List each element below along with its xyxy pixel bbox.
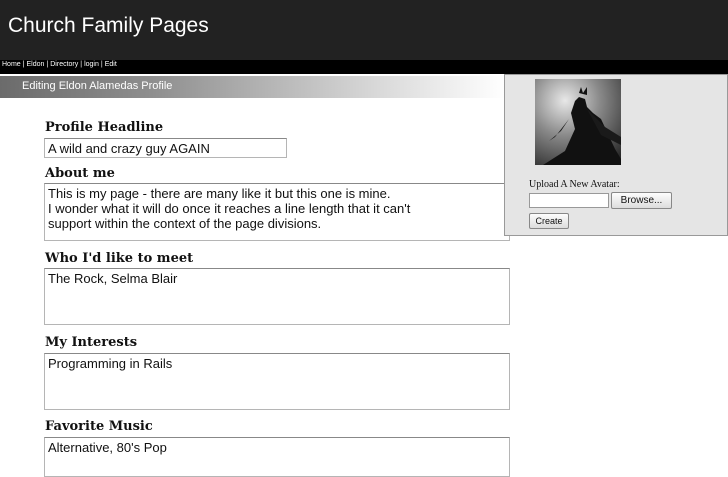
create-button[interactable]: Create <box>529 213 569 229</box>
interests-label: My Interests <box>45 335 138 350</box>
banner-title: Editing Eldon Alamedas Profile <box>22 80 173 92</box>
interests-textarea[interactable]: Programming in Rails <box>44 353 510 410</box>
nav-directory-link[interactable]: Directory <box>50 61 78 68</box>
edit-profile-banner: Editing Eldon Alamedas Profile <box>0 76 505 98</box>
music-value: Alternative, 80's Pop <box>48 440 167 455</box>
avatar-panel: Upload A New Avatar: Browse... Create <box>504 74 728 236</box>
headline-input[interactable]: A wild and crazy guy AGAIN <box>44 138 287 158</box>
nav-login-link[interactable]: login <box>84 61 99 68</box>
nav-eldon-link[interactable]: Eldon <box>27 61 45 68</box>
about-line: support within the context of the page d… <box>48 216 322 231</box>
nav-home-link[interactable]: Home <box>2 61 21 68</box>
avatar-image <box>535 79 621 165</box>
site-title: Church Family Pages <box>8 14 209 37</box>
about-line: This is my page - there are many like it… <box>48 186 391 201</box>
about-textarea[interactable]: This is my page - there are many like it… <box>44 183 510 241</box>
upload-avatar-label: Upload A New Avatar: <box>529 179 620 190</box>
music-textarea[interactable]: Alternative, 80's Pop <box>44 437 510 477</box>
meet-label: Who I'd like to meet <box>45 251 194 266</box>
about-line: I wonder what it will do once it reaches… <box>48 201 411 216</box>
music-label: Favorite Music <box>45 419 153 434</box>
interests-value: Programming in Rails <box>48 356 173 371</box>
meet-value: The Rock, Selma Blair <box>48 271 178 286</box>
nav-edit-link[interactable]: Edit <box>105 61 117 68</box>
meet-textarea[interactable]: The Rock, Selma Blair <box>44 268 510 325</box>
nav-links: Home | Eldon | Directory | login | Edit <box>2 61 117 68</box>
browse-button[interactable]: Browse... <box>611 192 672 209</box>
site-header: Church Family Pages <box>0 0 728 60</box>
about-label: About me <box>45 166 115 181</box>
avatar-file-input[interactable] <box>529 193 609 208</box>
headline-label: Profile Headline <box>45 120 164 135</box>
headline-value: A wild and crazy guy AGAIN <box>48 141 210 156</box>
